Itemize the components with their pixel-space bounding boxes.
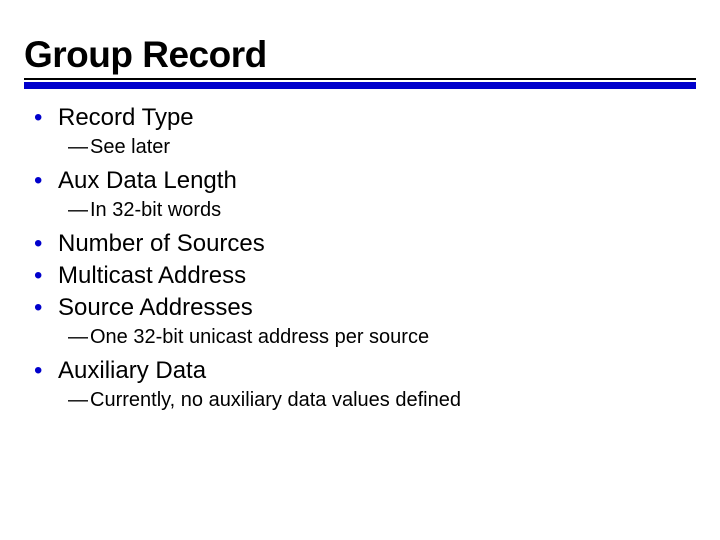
slide-content: • Record Type — See later • Aux Data Len… [24, 89, 696, 413]
dash-icon: — [68, 199, 90, 222]
dash-icon: — [68, 326, 90, 349]
list-item-label: Multicast Address [58, 261, 246, 291]
list-item-label: Aux Data Length [58, 166, 237, 196]
bullet-icon: • [32, 169, 58, 193]
bullet-icon: • [32, 232, 58, 256]
bullet-icon: • [32, 264, 58, 288]
list-item: • Auxiliary Data [32, 356, 696, 386]
bullet-icon: • [32, 106, 58, 130]
list-subitem: — Currently, no auxiliary data values de… [68, 388, 696, 413]
list-subitem-label: See later [90, 135, 170, 160]
list-subitem: — One 32-bit unicast address per source [68, 325, 696, 350]
bullet-icon: • [32, 359, 58, 383]
list-subitem-label: In 32-bit words [90, 198, 221, 223]
list-subitem-label: Currently, no auxiliary data values defi… [90, 388, 461, 413]
list-item-label: Source Addresses [58, 293, 253, 323]
list-subitem-label: One 32-bit unicast address per source [90, 325, 429, 350]
list-item-label: Auxiliary Data [58, 356, 206, 386]
slide-title: Group Record [24, 34, 696, 78]
list-item: • Number of Sources [32, 229, 696, 259]
list-item-label: Number of Sources [58, 229, 265, 259]
list-subitem: — In 32-bit words [68, 198, 696, 223]
dash-icon: — [68, 389, 90, 412]
list-item: • Source Addresses [32, 293, 696, 323]
list-item: • Record Type [32, 103, 696, 133]
dash-icon: — [68, 136, 90, 159]
list-item-label: Record Type [58, 103, 194, 133]
title-underline-thin [24, 78, 696, 80]
list-item: • Aux Data Length [32, 166, 696, 196]
list-subitem: — See later [68, 135, 696, 160]
bullet-icon: • [32, 296, 58, 320]
list-item: • Multicast Address [32, 261, 696, 291]
title-underline-thick [24, 82, 696, 89]
